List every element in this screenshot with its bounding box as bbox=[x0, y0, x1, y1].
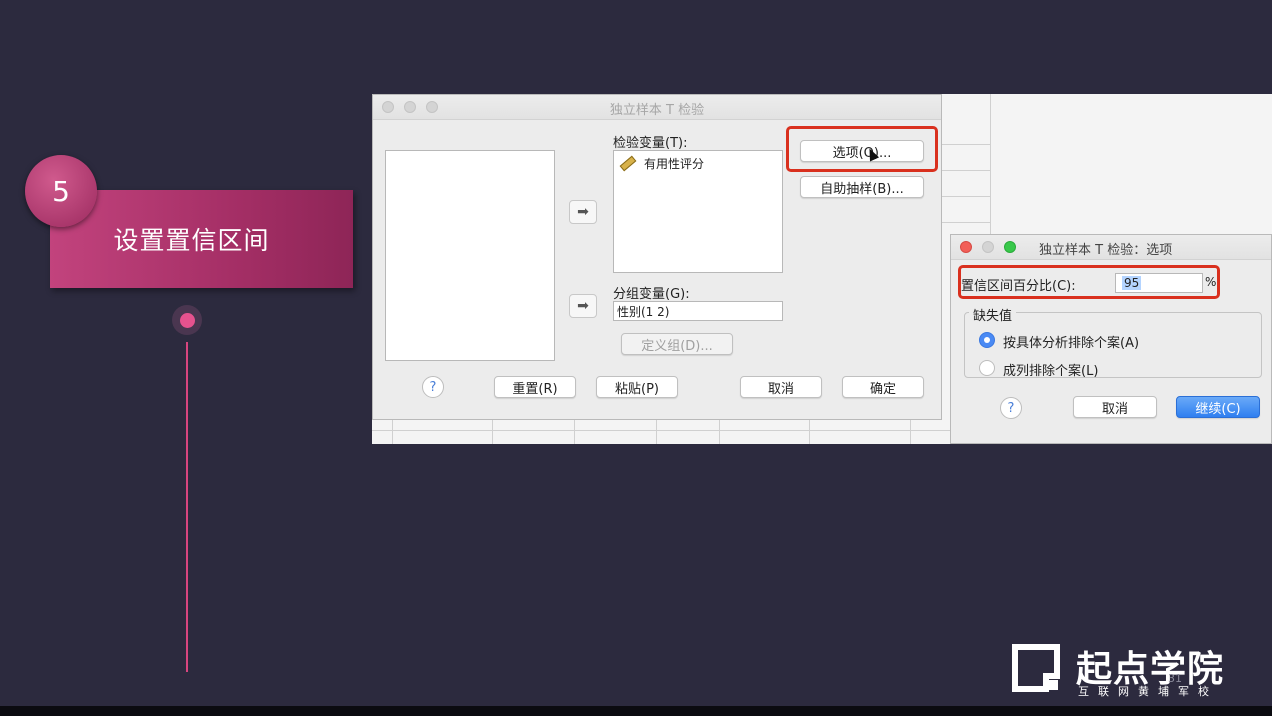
exclude-by-analysis-label: 按具体分析排除个案(A) bbox=[1003, 336, 1140, 351]
grid-line bbox=[719, 420, 720, 444]
reset-button[interactable]: 重置(R) bbox=[494, 376, 576, 398]
grid-line bbox=[574, 420, 575, 444]
zoom-window-button[interactable] bbox=[1004, 241, 1016, 253]
define-groups-button[interactable]: 定义组(D)... bbox=[621, 333, 733, 355]
paste-button[interactable]: 粘贴(P) bbox=[596, 376, 678, 398]
step-number-badge: 5 bbox=[25, 155, 97, 227]
continue-button[interactable]: 继续(C) bbox=[1176, 396, 1260, 418]
grid-line bbox=[809, 420, 810, 444]
arrow-right-icon: ➡ bbox=[577, 298, 589, 314]
timeline-line bbox=[186, 342, 188, 672]
grid-line bbox=[910, 420, 911, 444]
step-title: 设置置信区间 bbox=[113, 226, 270, 255]
grid-line bbox=[942, 170, 990, 171]
grid-line bbox=[372, 430, 950, 431]
minimize-window-button[interactable] bbox=[982, 241, 994, 253]
bootstrap-button[interactable]: 自助抽样(B)... bbox=[800, 176, 924, 198]
help-button[interactable]: ? bbox=[1000, 397, 1022, 419]
variable-name: 有用性评分 bbox=[644, 157, 705, 171]
grid-line bbox=[492, 420, 493, 444]
exclude-listwise-label: 成列排除个案(L) bbox=[1003, 364, 1099, 379]
exclude-by-analysis-radio[interactable] bbox=[979, 332, 995, 348]
confidence-interval-highlight-box bbox=[958, 265, 1220, 299]
exclude-listwise-radio[interactable] bbox=[979, 360, 995, 376]
close-window-button[interactable] bbox=[960, 241, 972, 253]
grid-line bbox=[990, 94, 991, 234]
move-to-grouping-variable-button[interactable]: ➡ bbox=[569, 294, 597, 318]
independent-t-test-dialog: 独立样本 T 检验 ➡ ➡ 检验变量(T): 有用性评分 分组变量(G): 性别… bbox=[372, 94, 942, 420]
title-bar: 独立样本 T 检验 bbox=[373, 95, 941, 120]
timeline-dot bbox=[172, 305, 202, 335]
grid-line bbox=[656, 420, 657, 444]
list-item[interactable]: 有用性评分 bbox=[619, 155, 705, 172]
grid-line bbox=[942, 196, 990, 197]
dialog-title: 独立样本 T 检验 bbox=[609, 103, 705, 118]
step-banner: 设置置信区间 bbox=[50, 190, 353, 288]
grouping-variable-field[interactable]: 性别(1 2) bbox=[613, 301, 783, 321]
help-button[interactable]: ? bbox=[422, 376, 444, 398]
page-number: 31 bbox=[1168, 672, 1182, 685]
missing-values-label: 缺失值 bbox=[969, 305, 1017, 324]
test-variables-list[interactable]: 有用性评分 bbox=[613, 150, 783, 273]
options-highlight-box bbox=[786, 126, 938, 172]
grid-line bbox=[392, 420, 393, 444]
logo-subtitle: 互联网黄埔军校 bbox=[1078, 685, 1218, 698]
cancel-button[interactable]: 取消 bbox=[1073, 396, 1157, 418]
ok-button[interactable]: 确定 bbox=[842, 376, 924, 398]
test-variables-label: 检验变量(T): bbox=[613, 136, 688, 151]
source-variable-list[interactable] bbox=[385, 150, 555, 361]
arrow-right-icon: ➡ bbox=[577, 204, 589, 220]
cancel-button[interactable]: 取消 bbox=[740, 376, 822, 398]
options-dialog: 独立样本 T 检验：选项 置信区间百分比(C): 95 % 缺失值 按具体分析排… bbox=[950, 234, 1272, 444]
spss-screenshot: 独立样本 T 检验 ➡ ➡ 检验变量(T): 有用性评分 分组变量(G): 性别… bbox=[372, 94, 1272, 444]
grid-line bbox=[942, 144, 990, 145]
bottom-bar bbox=[0, 706, 1272, 716]
options-dialog-title: 独立样本 T 检验：选项 bbox=[1039, 243, 1173, 258]
ruler-icon bbox=[619, 155, 637, 172]
logo-icon bbox=[1012, 644, 1062, 694]
title-bar: 独立样本 T 检验：选项 bbox=[951, 235, 1271, 260]
move-to-test-variables-button[interactable]: ➡ bbox=[569, 200, 597, 224]
grouping-variable-label: 分组变量(G): bbox=[613, 287, 690, 302]
grid-line bbox=[942, 222, 990, 223]
